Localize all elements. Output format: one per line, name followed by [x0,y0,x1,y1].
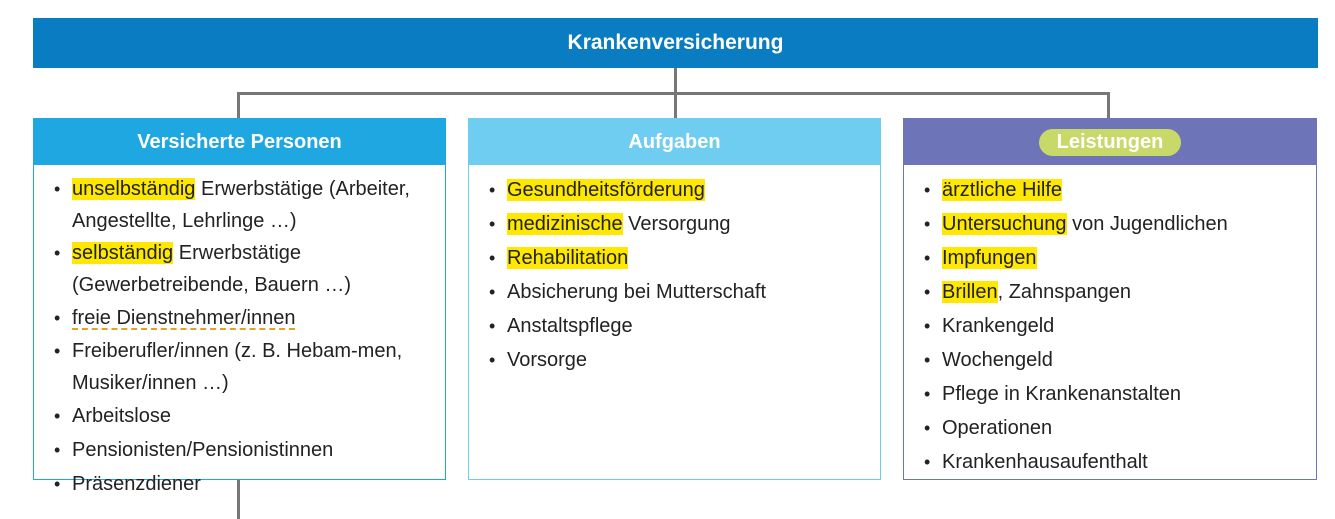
box-versicherte-personen: Versicherte Personen unselbständig Erwer… [33,118,446,501]
box-heading-label: Leistungen [1038,128,1182,156]
list-item: Operationen [924,411,1316,445]
diagram-title: Krankenversicherung [567,31,784,54]
connector-middle-drop [674,92,677,119]
item-list: ärztliche Hilfe Untersuchung von Jugendl… [924,173,1316,479]
list-item: Pflege in Krankenanstalten [924,377,1316,411]
item-text: Absicherung bei Mutterschaft [507,281,767,303]
box-heading: Versicherte Personen [34,119,445,165]
title-bar: Krankenversicherung [33,18,1318,68]
item-list: Gesundheitsförderung medizinische Versor… [489,173,880,377]
list-item: Arbeitslose [54,399,445,433]
item-text: Arbeitslose [72,405,171,427]
list-item: Anstaltspflege [489,309,880,343]
list-item: Absicherung bei Mutterschaft [489,275,880,309]
highlighted-text: medizinische [507,213,623,235]
item-text: von Jugendlichen [1066,213,1228,235]
item-text: Krankenhausaufenthalt [942,451,1148,473]
list-item: ärztliche Hilfe [924,173,1316,207]
box-heading-label: Versicherte Personen [137,130,342,153]
highlighted-text: unselbständig [72,178,196,200]
box-heading: Leistungen [904,119,1316,165]
list-item: Wochengeld [924,343,1316,377]
connector-trunk [674,68,677,94]
list-item: Krankenhausaufenthalt [924,445,1316,479]
list-item: selbständig Erwerbstätige (Gewerbetreibe… [54,237,445,301]
connector-right-drop [1107,92,1110,119]
item-text: Pflege in Krankenanstalten [942,383,1182,405]
list-item: Gesundheitsförderung [489,173,880,207]
item-text: Versorgung [622,213,731,235]
list-item: Präsenzdiener [54,467,445,501]
highlighted-text: Gesundheitsförderung [507,179,705,201]
list-item: Freiberufler/innen (z. B. Hebam-men, Mus… [54,335,445,399]
connector-left-drop [237,92,240,119]
list-item: Impfungen [924,241,1316,275]
box-leistungen: Leistungen ärztliche Hilfe Untersuchung … [903,118,1317,480]
box-aufgaben: Aufgaben Gesundheitsförderung medizinisc… [468,118,881,480]
list-item: Brillen, Zahnspangen [924,275,1316,309]
list-item: Krankengeld [924,309,1316,343]
item-list: unselbständig Erwerbstätige (Arbeiter, A… [54,173,445,501]
item-text: Vorsorge [507,349,588,371]
list-item: unselbständig Erwerbstätige (Arbeiter, A… [54,173,445,237]
item-text: freie Dienstnehmer/innen [72,307,296,329]
box-heading: Aufgaben [469,119,880,165]
highlighted-text: Impfungen [942,247,1037,269]
item-text: Anstaltspflege [507,315,633,337]
highlighted-text: Rehabilitation [507,247,629,269]
list-item: Rehabilitation [489,241,880,275]
item-text: Krankengeld [942,315,1055,337]
item-text: Freiberufler/innen (z. B. Hebam-men, Mus… [72,340,403,394]
highlighted-text: Brillen [942,281,998,303]
highlighted-text: ärztliche Hilfe [942,179,1063,201]
highlighted-text: selbständig [72,242,174,264]
item-text: Operationen [942,417,1053,439]
item-text: Wochengeld [942,349,1053,371]
list-item: Pensionisten/Pensionistinnen [54,433,445,467]
highlighted-text: Untersuchung [942,213,1067,235]
item-text: Pensionisten/Pensionistinnen [72,439,334,461]
list-item: freie Dienstnehmer/innen [54,301,445,335]
list-item: medizinische Versorgung [489,207,880,241]
list-item: Untersuchung von Jugendlichen [924,207,1316,241]
item-text: Präsenzdiener [72,473,201,495]
list-item: Vorsorge [489,343,880,377]
box-heading-label: Aufgaben [628,130,721,153]
item-text: , Zahnspangen [997,281,1132,303]
